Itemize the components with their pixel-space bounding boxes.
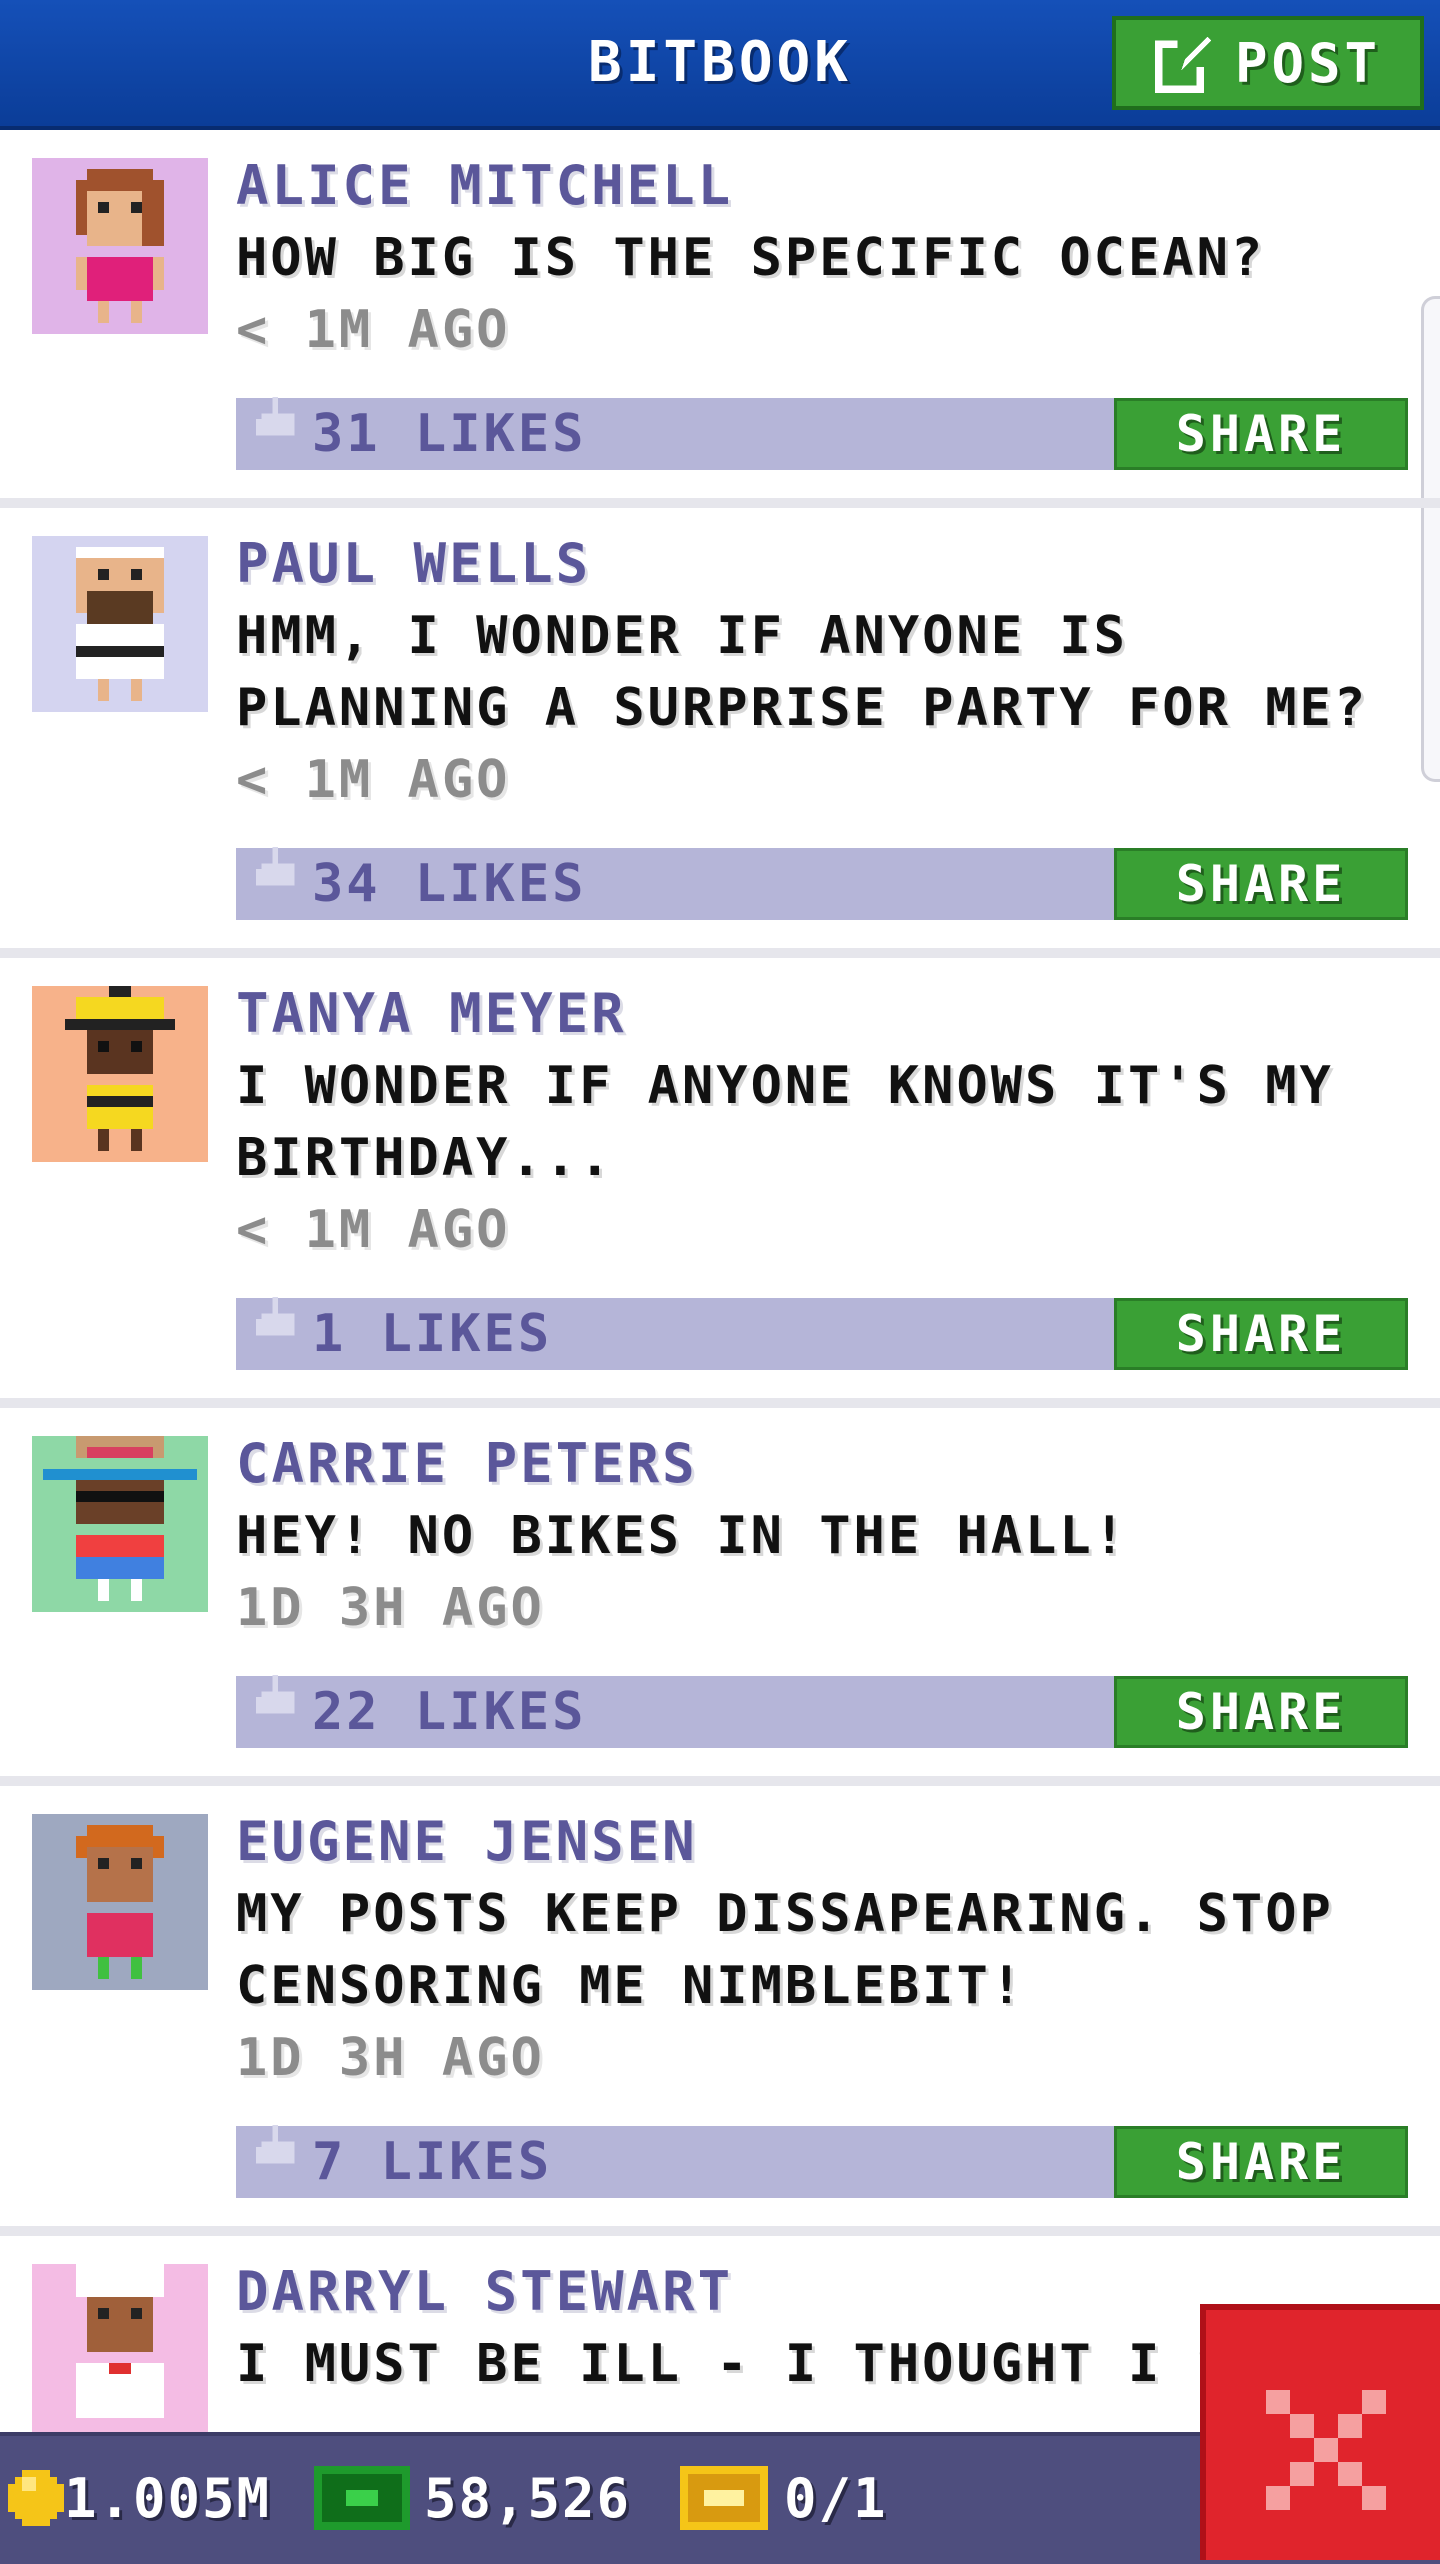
share-button[interactable]: SHARE (1114, 1298, 1408, 1370)
person-avatar-icon (76, 169, 164, 323)
post-message: MY POSTS KEEP DISSAPEARING. STOP CENSORI… (236, 1884, 1334, 2016)
post-message: HMM, I WONDER IF ANYONE IS PLANNING A SU… (236, 606, 1369, 738)
coin-icon (8, 2470, 64, 2526)
post-time: < 1M AGO (236, 300, 511, 360)
post-message: HOW BIG IS THE SPECIFIC OCEAN? (236, 228, 1266, 288)
feed-post: ALICE MITCHELL HOW BIG IS THE SPECIFIC O… (0, 130, 1440, 508)
share-button[interactable]: SHARE (1114, 398, 1408, 470)
golden-ticket-icon (680, 2466, 768, 2530)
share-button[interactable]: SHARE (1114, 1676, 1408, 1748)
like-button[interactable]: 34 LIKES SHARE (236, 836, 1408, 920)
like-button[interactable]: 7 LIKES SHARE (236, 2114, 1408, 2198)
avatar[interactable] (32, 536, 208, 712)
person-avatar-icon (65, 986, 175, 1151)
post-button[interactable]: POST (1112, 16, 1424, 110)
bux-stat[interactable]: 58,526 (312, 2458, 631, 2538)
avatar[interactable] (32, 158, 208, 334)
feed-list: ALICE MITCHELL HOW BIG IS THE SPECIFIC O… (0, 130, 1440, 2440)
avatar[interactable] (32, 986, 208, 1162)
post-time: 1D 3H AGO (236, 1578, 545, 1638)
bux-value: 58,526 (424, 2466, 632, 2530)
share-button[interactable]: SHARE (1114, 848, 1408, 920)
avatar[interactable] (32, 2264, 208, 2440)
feed-post: CARRIE PETERS HEY! NO BIKES IN THE HALL!… (0, 1408, 1440, 1786)
avatar[interactable] (32, 1814, 208, 1990)
like-count: 34 LIKES (312, 854, 587, 914)
post-author[interactable]: TANYA MEYER (236, 978, 1408, 1050)
thumbs-up-icon (256, 836, 295, 886)
tickets-stat[interactable]: 0/1 (680, 2458, 888, 2538)
coins-value: 1.005M (64, 2466, 272, 2530)
person-avatar-icon (76, 547, 164, 701)
like-count: 31 LIKES (312, 404, 587, 464)
tickets-value: 0/1 (784, 2466, 888, 2530)
feed-post: PAUL WELLS HMM, I WONDER IF ANYONE IS PL… (0, 508, 1440, 958)
post-time: 1D 3H AGO (236, 2028, 545, 2088)
close-icon (1266, 2390, 1386, 2510)
post-message: I WONDER IF ANYONE KNOWS IT'S MY BIRTHDA… (236, 1056, 1334, 1188)
post-message: HEY! NO BIKES IN THE HALL! (236, 1506, 1128, 1566)
close-button[interactable] (1200, 2304, 1440, 2560)
person-avatar-icon (76, 2264, 164, 2418)
like-count: 7 LIKES (312, 2132, 553, 2192)
like-count: 22 LIKES (312, 1682, 587, 1742)
share-button[interactable]: SHARE (1114, 2126, 1408, 2198)
thumbs-up-icon (256, 1286, 295, 1336)
avatar[interactable] (32, 1436, 208, 1612)
post-time: < 1M AGO (236, 750, 511, 810)
thumbs-up-icon (256, 1664, 295, 1714)
like-button[interactable]: 1 LIKES SHARE (236, 1286, 1408, 1370)
app-header: BITBOOK POST (0, 0, 1440, 130)
thumbs-up-icon (256, 386, 295, 436)
post-button-label: POST (1234, 31, 1382, 95)
compose-icon (1154, 36, 1212, 93)
feed-post: TANYA MEYER I WONDER IF ANYONE KNOWS IT'… (0, 958, 1440, 1408)
person-avatar-icon (43, 1436, 197, 1601)
post-author[interactable]: CARRIE PETERS (236, 1428, 1408, 1500)
person-avatar-icon (76, 1825, 164, 1979)
post-author[interactable]: EUGENE JENSEN (236, 1806, 1408, 1878)
post-time: < 1M AGO (236, 1200, 511, 1260)
like-button[interactable]: 31 LIKES SHARE (236, 386, 1408, 470)
post-author[interactable]: PAUL WELLS (236, 528, 1408, 600)
like-count: 1 LIKES (312, 1304, 553, 1364)
thumbs-up-icon (256, 2114, 295, 2164)
like-button[interactable]: 22 LIKES SHARE (236, 1664, 1408, 1748)
bux-icon (314, 2466, 410, 2530)
coins-stat[interactable]: 1.005M (8, 2458, 271, 2538)
post-author[interactable]: ALICE MITCHELL (236, 150, 1408, 222)
feed-post: EUGENE JENSEN MY POSTS KEEP DISSAPEARING… (0, 1786, 1440, 2236)
